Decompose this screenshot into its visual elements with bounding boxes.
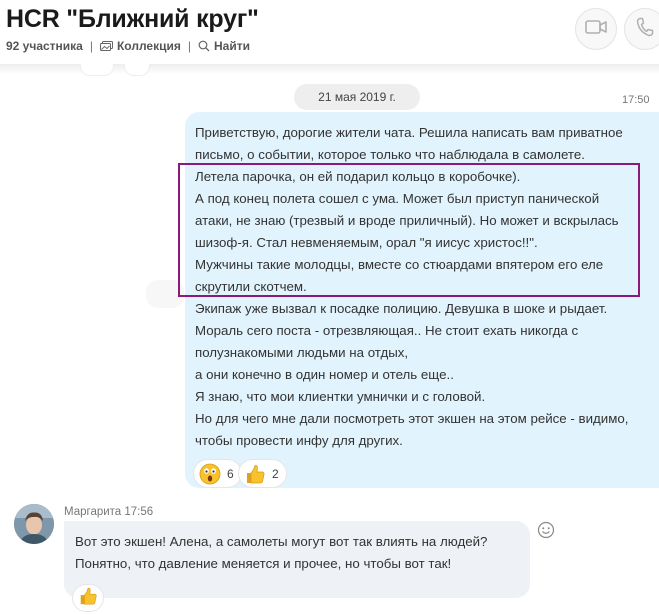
reaction-surprised[interactable]: 6	[193, 459, 242, 488]
video-camera-icon	[585, 19, 607, 39]
highlight-box	[178, 163, 640, 297]
surprised-emoji-icon	[199, 463, 221, 485]
message-line: полузнакомыми людьми на отдых,	[195, 345, 409, 360]
reaction-thumbs-up[interactable]	[72, 584, 104, 612]
message-line: а они конечно в один номер и отель еще..	[195, 367, 454, 382]
audio-call-button[interactable]	[624, 8, 659, 50]
add-reaction-button[interactable]	[537, 521, 555, 539]
chat-header: HCR "Ближний круг" 92 участника | Коллек…	[0, 0, 659, 64]
participants-count[interactable]: 92 участника	[6, 39, 83, 53]
avatar[interactable]	[14, 504, 54, 544]
reaction-thumbs-up[interactable]: 2	[238, 459, 287, 488]
date-separator: 21 мая 2019 г.	[294, 84, 420, 110]
separator: |	[89, 39, 93, 53]
message-line: Приветствую, дорогие жители чата. Решила…	[195, 125, 623, 140]
message-timestamp: 17:50	[622, 94, 650, 106]
reaction-count: 6	[227, 466, 234, 481]
message-line: Экипаж уже вызвал к посадке полицию. Дев…	[195, 301, 608, 316]
message-line: чтобы провести инфу для других.	[195, 433, 403, 448]
chat-title[interactable]: HCR "Ближний круг"	[6, 5, 259, 34]
incoming-message-text: Вот это экшен! Алена, а самолеты могут в…	[75, 531, 487, 575]
thumbs-up-icon	[244, 463, 266, 485]
message-line: Я знаю, что мои клиентки умнички и с гол…	[195, 389, 486, 404]
scrolled-message-edge	[80, 64, 114, 76]
reaction-count: 2	[272, 466, 279, 481]
sender-name: Маргарита 17:56	[64, 506, 154, 518]
search-icon	[198, 39, 210, 53]
scrolled-message-edge	[124, 64, 150, 76]
message-line: Понятно, что давление меняется и прочее,…	[75, 556, 452, 571]
collection-link[interactable]: Коллекция	[117, 39, 181, 53]
find-link[interactable]: Найти	[214, 39, 250, 53]
separator: |	[187, 39, 191, 53]
message-line: Но для чего мне дали посмотреть этот экш…	[195, 411, 629, 426]
message-line: Вот это экшен! Алена, а самолеты могут в…	[75, 534, 488, 549]
gallery-icon	[99, 39, 113, 53]
message-line: Мораль сего поста - отрезвляющая.. Не ст…	[195, 323, 579, 338]
phone-icon	[636, 17, 654, 42]
video-call-button[interactable]	[575, 8, 617, 50]
chat-meta: 92 участника | Коллекция | Найти	[6, 39, 250, 53]
smile-icon	[537, 521, 555, 543]
thumbs-up-icon	[78, 586, 98, 611]
